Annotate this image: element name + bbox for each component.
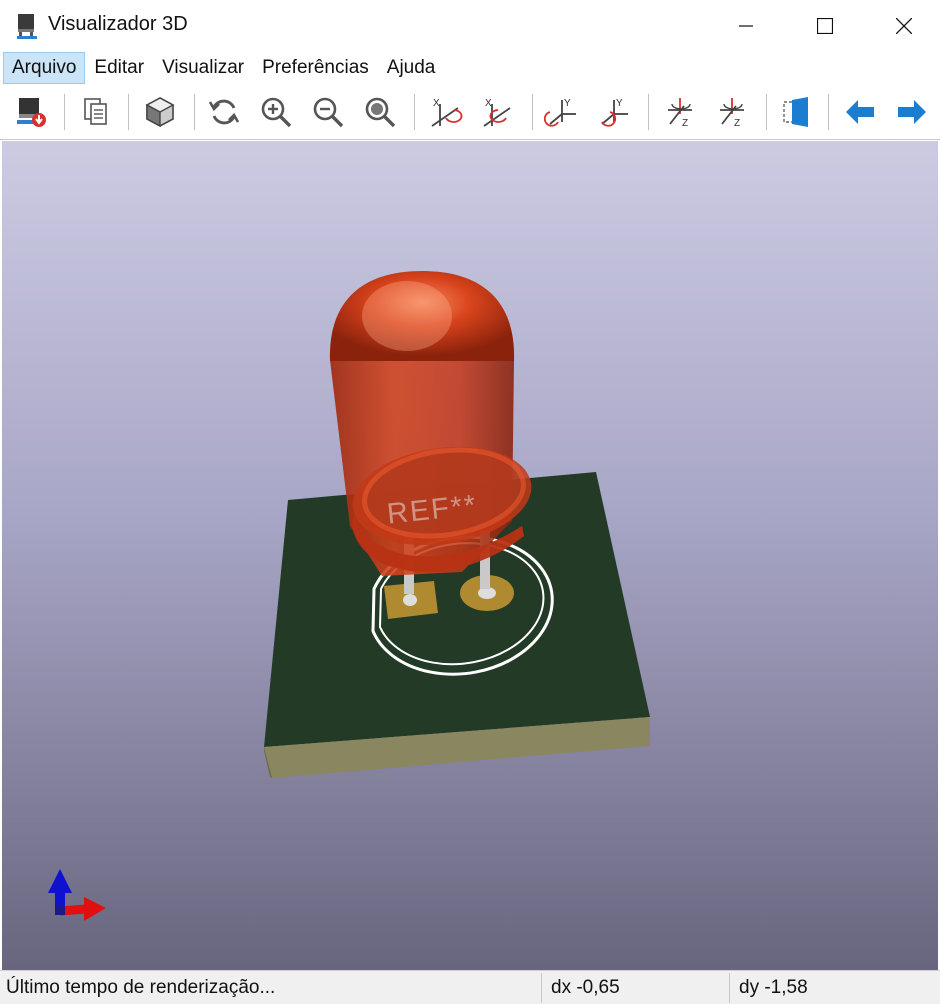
svg-text:Y: Y <box>616 98 623 109</box>
redraw-button[interactable] <box>204 92 244 132</box>
toolbar-separator <box>64 94 65 130</box>
menu-arquivo[interactable]: Arquivo <box>3 52 86 84</box>
svg-text:Z: Z <box>734 118 740 129</box>
render-options-button[interactable] <box>140 92 180 132</box>
arrow-left-icon <box>846 100 874 124</box>
reload-board-button[interactable] <box>12 92 52 132</box>
menu-visualizar[interactable]: Visualizar <box>153 52 253 84</box>
3d-scene <box>48 271 650 921</box>
status-render-time: Último tempo de renderização... <box>6 977 276 998</box>
toolbar-separator <box>648 94 649 130</box>
rotate-x-ccw-icon: X <box>483 98 511 127</box>
minimize-icon <box>739 25 753 27</box>
minimize-button[interactable] <box>718 0 774 52</box>
window-title: Visualizador 3D <box>48 13 188 35</box>
toolbar-separator <box>766 94 767 130</box>
rotate-z-counterclockwise-button[interactable]: Z <box>712 92 752 132</box>
rotate-z-clockwise-button[interactable]: Z <box>660 92 700 132</box>
status-divider <box>729 973 730 1003</box>
app-3d-viewer-icon <box>16 12 38 40</box>
toolbar-separator <box>828 94 829 130</box>
rotate-y-cw-icon: Y <box>544 98 576 127</box>
close-icon <box>896 18 912 34</box>
title-bar: Visualizador 3D <box>0 0 940 52</box>
svg-text:Z: Z <box>682 118 688 129</box>
zoom-out-button[interactable] <box>308 92 348 132</box>
refresh-icon <box>208 99 240 125</box>
rotate-x-counterclockwise-button[interactable]: X <box>478 92 518 132</box>
menu-ajuda[interactable]: Ajuda <box>378 52 445 84</box>
reload-board-icon <box>17 98 46 127</box>
rotate-y-clockwise-button[interactable]: Y <box>542 92 582 132</box>
svg-text:X: X <box>433 98 440 109</box>
zoom-out-icon <box>313 97 344 128</box>
move-right-button[interactable] <box>892 92 932 132</box>
pad-hole <box>403 594 417 606</box>
move-left-button[interactable] <box>840 92 880 132</box>
zoom-in-icon <box>261 97 292 128</box>
close-button[interactable] <box>876 0 932 52</box>
svg-text:X: X <box>485 98 492 109</box>
toolbar-separator <box>128 94 129 130</box>
toolbar-separator <box>414 94 415 130</box>
status-dy: dy -1,58 <box>739 977 808 998</box>
rotate-x-cw-icon: X <box>431 98 463 127</box>
maximize-icon <box>817 18 833 34</box>
rotate-z-cw-icon: Z <box>668 98 692 129</box>
flip-board-button[interactable] <box>776 92 816 132</box>
toolbar-separator <box>194 94 195 130</box>
menu-editar[interactable]: Editar <box>85 52 153 84</box>
svg-text:Y: Y <box>564 98 571 109</box>
toolbar: X X Y Y Z Z <box>0 84 940 140</box>
rotate-x-clockwise-button[interactable]: X <box>426 92 466 132</box>
3d-canvas[interactable]: REF** <box>2 141 938 970</box>
copy-image-button[interactable] <box>76 92 116 132</box>
flip-board-icon <box>783 97 808 127</box>
copy-icon <box>84 98 107 125</box>
zoom-fit-button[interactable] <box>360 92 400 132</box>
maximize-button[interactable] <box>797 0 853 52</box>
status-dx: dx -0,65 <box>551 977 620 998</box>
status-bar: Último tempo de renderização... dx -0,65… <box>0 970 940 1004</box>
rotate-z-ccw-icon: Z <box>720 98 744 129</box>
cube-icon <box>145 97 175 128</box>
zoom-in-button[interactable] <box>256 92 296 132</box>
axis-indicator <box>48 869 106 921</box>
menu-preferencias[interactable]: Preferências <box>253 52 378 84</box>
status-divider <box>541 973 542 1003</box>
menu-bar: Arquivo Editar Visualizar Preferências A… <box>0 52 940 84</box>
zoom-fit-icon <box>365 97 396 128</box>
rotate-y-ccw-icon: Y <box>601 98 628 127</box>
rotate-y-counterclockwise-button[interactable]: Y <box>594 92 634 132</box>
toolbar-separator <box>532 94 533 130</box>
arrow-right-icon <box>898 100 926 124</box>
